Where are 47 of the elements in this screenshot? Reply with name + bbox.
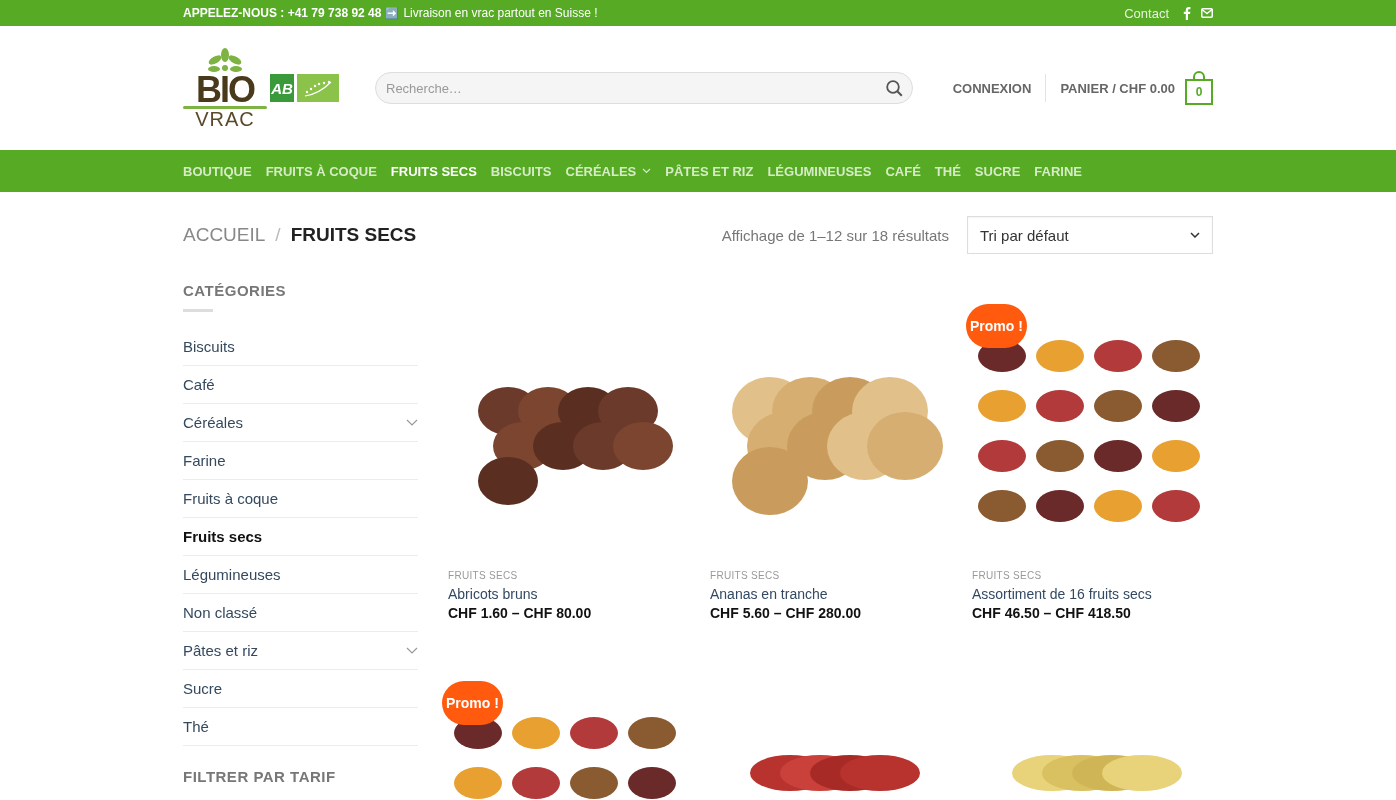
chevron-down-icon <box>1190 232 1200 238</box>
logo-text: BIO <box>196 73 254 106</box>
category-item[interactable]: Légumineuses <box>183 556 418 594</box>
category-item[interactable]: Fruits secs <box>183 518 418 556</box>
category-item[interactable]: Pâtes et riz <box>183 632 418 670</box>
product-name-link[interactable]: Abricots bruns <box>448 586 691 602</box>
product-price: CHF 5.60 – CHF 280.00 <box>710 605 862 621</box>
eu-organic-leaf-icon <box>297 74 339 102</box>
leaves-icon <box>205 47 245 74</box>
login-link[interactable]: CONNEXION <box>952 80 1032 96</box>
category-item[interactable]: Biscuits <box>183 328 418 366</box>
facebook-icon[interactable] <box>1183 6 1191 20</box>
product-name-link[interactable]: Ananas en tranche <box>710 586 953 602</box>
sidebar-heading: FILTRER PAR TARIF <box>183 768 337 785</box>
search-field[interactable]: Recherche… <box>375 72 913 104</box>
chevron-down-icon[interactable] <box>406 647 418 654</box>
breadcrumb-separator: / <box>275 224 281 246</box>
product-name-link[interactable]: Assortiment de 16 fruits secs <box>972 586 1215 602</box>
nav-item[interactable]: FRUITS SECS <box>390 163 477 179</box>
category-item[interactable]: Farine <box>183 442 418 480</box>
promo-badge: Promo ! <box>442 681 503 725</box>
product-category: FRUITS SECS <box>448 570 519 581</box>
breadcrumb-link[interactable]: ACCUEIL <box>183 224 266 246</box>
product-price: CHF 1.60 – CHF 80.00 <box>448 605 593 621</box>
logo-subtext: VRAC <box>195 108 255 129</box>
category-item[interactable]: Thé <box>183 708 418 746</box>
category-item[interactable]: Sucre <box>183 670 418 708</box>
sort-dropdown[interactable]: Tri par défaut <box>967 216 1213 254</box>
product-category: FRUITS SECS <box>972 570 1043 581</box>
category-item[interactable]: Café <box>183 366 418 404</box>
envelope-icon[interactable] <box>1201 8 1213 18</box>
sidebar-heading: CATÉGORIES <box>183 282 288 299</box>
category-item[interactable]: Fruits à coque <box>183 480 418 518</box>
organic-label-badge: AB <box>270 74 294 102</box>
delivery-text: Livraison en vrac partout en Suisse ! <box>403 6 598 20</box>
breadcrumb-current: FRUITS SECS <box>290 224 417 246</box>
category-item[interactable]: Non classé <box>183 594 418 632</box>
promo-badge: Promo ! <box>966 304 1027 348</box>
chevron-down-icon[interactable] <box>406 419 418 426</box>
cart-link[interactable]: PANIER / CHF 0.00 <box>1060 80 1175 96</box>
arrow-emoji: ➡ <box>385 6 400 20</box>
product-price: CHF 46.50 – CHF 418.50 <box>972 605 1132 621</box>
result-count: Affichage de 1–12 sur 18 résultats <box>721 226 949 244</box>
phone-text: APPELEZ-NOUS : +41 79 738 92 48 <box>183 6 382 20</box>
search-icon[interactable] <box>886 80 903 97</box>
product-category: FRUITS SECS <box>710 570 781 581</box>
category-item[interactable]: Céréales <box>183 404 418 442</box>
